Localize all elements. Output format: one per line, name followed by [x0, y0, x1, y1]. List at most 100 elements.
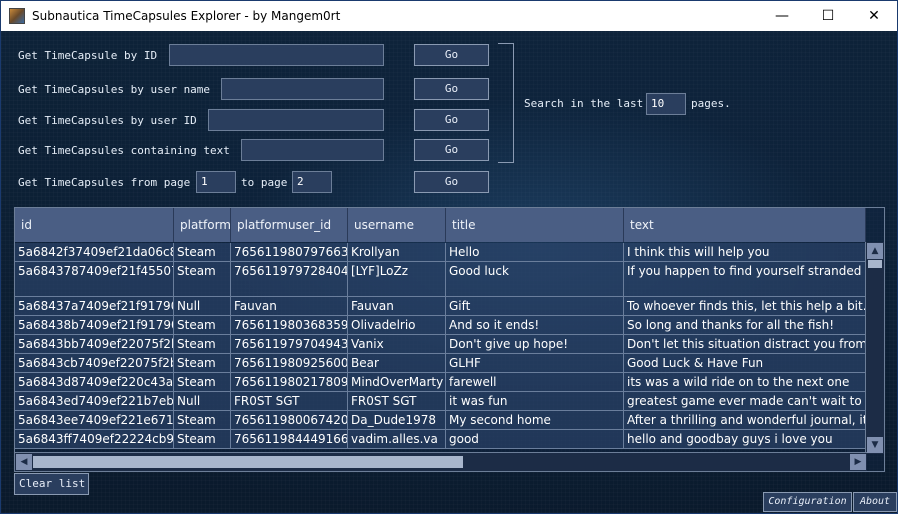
table-cell[interactable]: 5a6843d87409ef220c43ab40	[15, 373, 174, 391]
table-cell[interactable]: If you happen to find yourself stranded …	[624, 262, 866, 296]
table-cell[interactable]: good	[446, 430, 624, 448]
minimize-button[interactable]: —	[759, 1, 805, 31]
column-header-0[interactable]: id	[15, 208, 174, 242]
configuration-button[interactable]: Configuration	[763, 492, 852, 512]
table-cell[interactable]: Don't let this situation distract you fr…	[624, 335, 866, 353]
table-cell[interactable]: 5a6843ff7409ef22224cb9f1	[15, 430, 174, 448]
column-header-5[interactable]: text	[624, 208, 866, 242]
table-cell[interactable]: Steam	[174, 335, 231, 353]
table-cell[interactable]: Good Luck & Have Fun	[624, 354, 866, 372]
table-row[interactable]: 5a6843ed7409ef221b7ebf10NullFR0ST SGTFR0…	[15, 392, 866, 411]
table-cell[interactable]: it was fun	[446, 392, 624, 410]
table-cell[interactable]: farewell	[446, 373, 624, 391]
table-cell[interactable]: 5a6843cb7409ef22075f2bad	[15, 354, 174, 372]
table-cell[interactable]: Steam	[174, 354, 231, 372]
vertical-scrollbar[interactable]: ▲ ▼	[865, 242, 884, 454]
from-page-input[interactable]: 1	[196, 171, 236, 193]
table-cell[interactable]: 76561197970494382	[231, 335, 348, 353]
scroll-right-icon[interactable]: ▶	[850, 454, 866, 470]
go-from-page-button[interactable]: Go	[414, 171, 489, 193]
results-table[interactable]: id platform platformuser_id username title te…	[14, 207, 885, 472]
table-cell[interactable]: Fauvan	[348, 297, 446, 315]
table-cell[interactable]: 76561197972840449	[231, 262, 348, 296]
table-row[interactable]: 5a6843bb7409ef22075f2b89Steam76561197970…	[15, 335, 866, 354]
table-cell[interactable]: To whoever finds this, let this help a b…	[624, 297, 866, 315]
table-cell[interactable]: 76561198444916670	[231, 430, 348, 448]
clear-list-button[interactable]: Clear list	[14, 473, 89, 495]
column-header-4[interactable]: title	[446, 208, 624, 242]
go-by-text-button[interactable]: Go	[414, 139, 489, 161]
table-cell[interactable]: I think this will help you	[624, 243, 866, 261]
last-pages-input[interactable]: 10	[646, 93, 686, 115]
table-cell[interactable]: 5a6843787409ef21f455070f	[15, 262, 174, 296]
go-by-id-button[interactable]: Go	[414, 44, 489, 66]
table-cell[interactable]: MindOverMarty	[348, 373, 446, 391]
table-row[interactable]: 5a6843ee7409ef221e6713d3Steam76561198006…	[15, 411, 866, 430]
table-row[interactable]: 5a68438b7409ef21f91790d0Steam76561198036…	[15, 316, 866, 335]
column-header-3[interactable]: username	[348, 208, 446, 242]
text-input[interactable]	[241, 139, 384, 161]
table-cell[interactable]: Gift	[446, 297, 624, 315]
table-cell[interactable]: 5a6843ee7409ef221e6713d3	[15, 411, 174, 429]
close-button[interactable]: ✕	[851, 1, 897, 31]
user-name-input[interactable]	[221, 78, 384, 100]
table-cell[interactable]: Don't give up hope!	[446, 335, 624, 353]
column-header-1[interactable]: platform	[174, 208, 231, 242]
table-cell[interactable]: [LYF]LoZz	[348, 262, 446, 296]
table-cell[interactable]: FR0ST SGT	[348, 392, 446, 410]
maximize-button[interactable]: ☐	[805, 1, 851, 31]
table-cell[interactable]: Good luck	[446, 262, 624, 296]
table-cell[interactable]: Steam	[174, 243, 231, 261]
table-cell[interactable]: 5a6842f37409ef21da06c8b6	[15, 243, 174, 261]
table-cell[interactable]: Steam	[174, 262, 231, 296]
go-by-user-id-button[interactable]: Go	[414, 109, 489, 131]
table-cell[interactable]: Bear	[348, 354, 446, 372]
about-button[interactable]: About	[853, 492, 897, 512]
table-cell[interactable]: 76561198092560082	[231, 354, 348, 372]
table-cell[interactable]: Olivadelrio	[348, 316, 446, 334]
table-cell[interactable]: 76561198021780941	[231, 373, 348, 391]
to-page-input[interactable]: 2	[292, 171, 332, 193]
table-cell[interactable]: vadim.alles.va	[348, 430, 446, 448]
table-cell[interactable]: Steam	[174, 316, 231, 334]
table-cell[interactable]: Steam	[174, 430, 231, 448]
table-cell[interactable]: 5a68437a7409ef21f91790b3	[15, 297, 174, 315]
table-cell[interactable]: And so it ends!	[446, 316, 624, 334]
id-input[interactable]	[169, 44, 384, 66]
user-id-input[interactable]	[208, 109, 384, 131]
table-row[interactable]: 5a6843ff7409ef22224cb9f1 Steam 76561198444…	[15, 430, 866, 449]
go-by-user-name-button[interactable]: Go	[414, 78, 489, 100]
table-row[interactable]: 5a68437a7409ef21f91790b3NullFauvanFauvan…	[15, 297, 866, 316]
table-cell[interactable]: My second home	[446, 411, 624, 429]
column-header-2[interactable]: platformuser_id	[231, 208, 348, 242]
table-cell[interactable]: 5a68438b7409ef21f91790d0	[15, 316, 174, 334]
table-cell[interactable]: After a thrilling and wonderful journal,…	[624, 411, 866, 429]
table-cell[interactable]: hello and goodbay guys i love you	[624, 430, 866, 448]
table-cell[interactable]: Fauvan	[231, 297, 348, 315]
scroll-down-icon[interactable]: ▼	[867, 437, 883, 453]
table-row[interactable]: 5a6842f37409ef21da06c8b6Steam76561198079…	[15, 243, 866, 262]
table-cell[interactable]: Steam	[174, 373, 231, 391]
table-cell[interactable]: 5a6843ed7409ef221b7ebf10	[15, 392, 174, 410]
table-cell[interactable]: Hello	[446, 243, 624, 261]
table-cell[interactable]: GLHF	[446, 354, 624, 372]
table-cell[interactable]: Null	[174, 297, 231, 315]
table-cell[interactable]: Null	[174, 392, 231, 410]
table-row[interactable]: 5a6843cb7409ef22075f2badSteam76561198092…	[15, 354, 866, 373]
table-cell[interactable]: Steam	[174, 411, 231, 429]
horizontal-scroll-thumb[interactable]	[33, 456, 463, 468]
table-cell[interactable]: Krollyan	[348, 243, 446, 261]
table-cell[interactable]: greatest game ever made can't wait to se…	[624, 392, 866, 410]
scroll-up-icon[interactable]: ▲	[867, 243, 883, 259]
table-cell[interactable]: So long and thanks for all the fish!	[624, 316, 866, 334]
table-cell[interactable]: 76561198036835924	[231, 316, 348, 334]
table-cell[interactable]: Da_Dude1978	[348, 411, 446, 429]
table-row[interactable]: 5a6843787409ef21f455070f Steam 76561197972…	[15, 262, 866, 297]
table-cell[interactable]: FR0ST SGT	[231, 392, 348, 410]
table-cell[interactable]: its was a wild ride on to the next one	[624, 373, 866, 391]
scroll-left-icon[interactable]: ◀	[16, 454, 32, 470]
horizontal-scrollbar[interactable]: ◀ ▶	[15, 452, 867, 471]
table-row[interactable]: 5a6843d87409ef220c43ab40Steam76561198021…	[15, 373, 866, 392]
table-cell[interactable]: Vanix	[348, 335, 446, 353]
table-cell[interactable]: 76561198079766399	[231, 243, 348, 261]
